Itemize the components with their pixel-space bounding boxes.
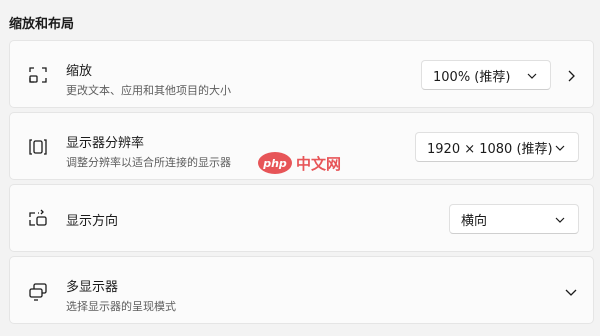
scale-title: 缩放 xyxy=(66,64,93,79)
scale-description: 更改文本、应用和其他项目的大小 xyxy=(66,84,231,97)
resolution-title: 显示器分辨率 xyxy=(66,136,145,151)
watermark: php 中文网 xyxy=(258,152,341,174)
resolution-description: 调整分辨率以适合所连接的显示器 xyxy=(66,156,231,169)
chevron-down-icon xyxy=(554,142,566,154)
scale-value: 100% (推荐) xyxy=(433,69,511,85)
multiple-displays-setting-card[interactable]: 多显示器 选择显示器的呈现模式 xyxy=(9,256,594,324)
multiple-displays-icon xyxy=(27,280,49,302)
resolution-dropdown[interactable]: 1920 × 1080 (推荐) xyxy=(415,132,579,162)
watermark-logo: php xyxy=(258,152,292,174)
chevron-down-icon[interactable] xyxy=(564,284,578,298)
chevron-right-icon[interactable] xyxy=(564,68,578,82)
resolution-icon xyxy=(27,136,49,158)
chevron-down-icon xyxy=(526,70,538,82)
scale-setting-card[interactable]: 缩放 更改文本、应用和其他项目的大小 100% (推荐) xyxy=(9,40,594,108)
scale-icon xyxy=(27,64,49,86)
orientation-dropdown[interactable]: 横向 xyxy=(449,204,579,234)
chevron-down-icon xyxy=(554,214,566,226)
orientation-value: 横向 xyxy=(461,213,488,229)
multiple-displays-title: 多显示器 xyxy=(66,280,119,295)
section-title: 缩放和布局 xyxy=(9,17,75,32)
orientation-icon xyxy=(27,208,49,230)
orientation-setting-card: 显示方向 横向 xyxy=(9,184,594,252)
watermark-text: 中文网 xyxy=(296,154,342,173)
resolution-value: 1920 × 1080 (推荐) xyxy=(427,141,553,157)
multiple-displays-description: 选择显示器的呈现模式 xyxy=(66,300,176,313)
orientation-title: 显示方向 xyxy=(66,214,119,229)
scale-dropdown[interactable]: 100% (推荐) xyxy=(421,60,551,90)
